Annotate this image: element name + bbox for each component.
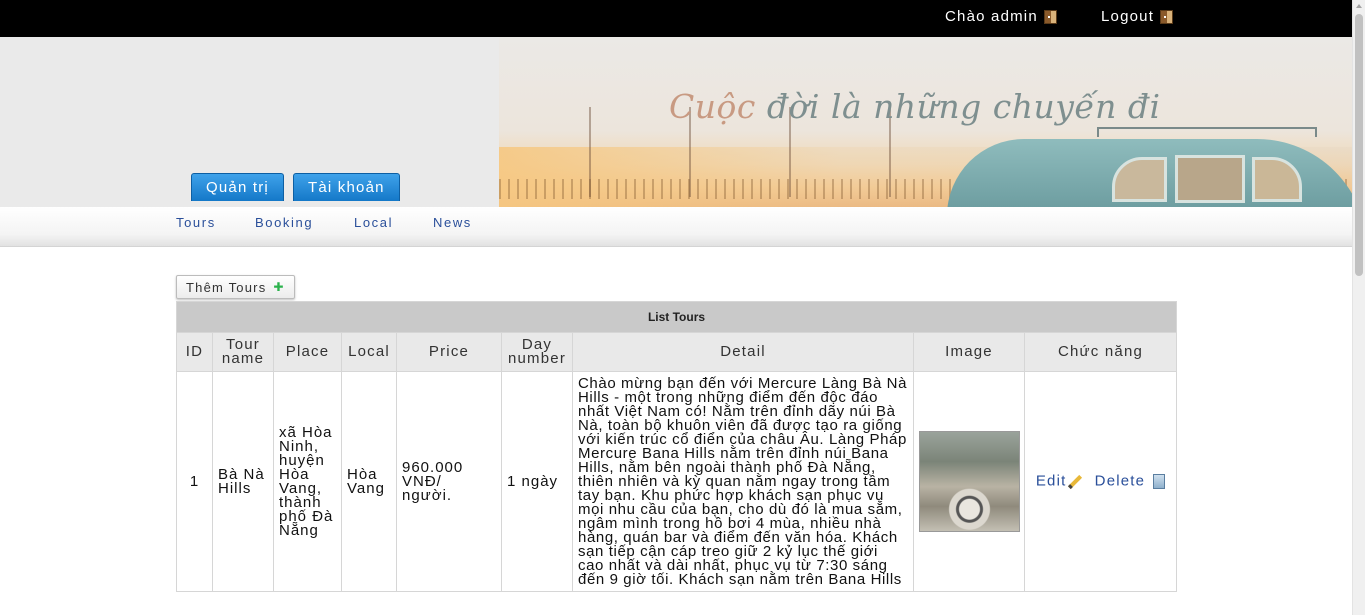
col-header-price: Price [396, 332, 502, 372]
trash-icon[interactable] [1153, 474, 1166, 489]
col-header-detail: Detail [572, 332, 914, 372]
edit-link[interactable]: Edit [1036, 472, 1067, 489]
logout-link[interactable]: Logout [1101, 8, 1174, 25]
greeting-text: Chào admin [945, 8, 1038, 25]
logout-door-icon [1160, 9, 1174, 24]
cell-place: xã Hòa Ninh, huyện Hòa Vang, thành phố Đ… [273, 371, 342, 592]
vertical-scrollbar[interactable] [1352, 0, 1365, 615]
cell-id: 1 [176, 371, 213, 592]
add-tour-button[interactable]: Thêm Tours ✚ [176, 275, 295, 299]
main-nav: Tours Booking Local News [0, 207, 1352, 247]
cell-price: 960.000 VNĐ/ người. [396, 371, 502, 592]
cell-local: Hòa Vang [341, 371, 397, 592]
top-bar: Chào admin Logout [0, 0, 1352, 37]
scrollbar-thumb[interactable] [1355, 14, 1363, 276]
table-row: 1 Bà Nà Hills xã Hòa Ninh, huyện Hòa Van… [176, 371, 1178, 592]
logout-text: Logout [1101, 8, 1155, 25]
col-header-local: Local [341, 332, 397, 372]
nav-news[interactable]: News [433, 215, 472, 230]
col-header-day-number: Day number [501, 332, 573, 372]
banner-image: Cuộc đời là những chuyến đi [499, 37, 1352, 207]
cell-image [913, 371, 1025, 592]
nav-tours[interactable]: Tours [176, 215, 216, 230]
greeting-link[interactable]: Chào admin [945, 8, 1057, 25]
door-icon [1043, 9, 1057, 24]
vintage-car-illustration [947, 117, 1352, 207]
tab-quan-tri[interactable]: Quản trị [191, 173, 284, 201]
tours-table: List Tours ID Tour name Place Local Pric… [175, 301, 1178, 592]
col-header-tour-name: Tour name [212, 332, 274, 372]
col-header-image: Image [913, 332, 1025, 372]
nav-booking[interactable]: Booking [255, 215, 313, 230]
table-caption: List Tours [175, 301, 1178, 333]
header-banner: Cuộc đời là những chuyến đi Quản trị Tài… [0, 37, 1352, 207]
col-header-place: Place [273, 332, 342, 372]
cell-days: 1 ngày [501, 371, 573, 592]
car-window [1175, 155, 1245, 203]
col-header-functions: Chức năng [1023, 332, 1178, 372]
cell-tour-name: Bà Nà Hills [212, 371, 274, 592]
table-header-row: ID Tour name Place Local Price Day numbe… [176, 332, 1178, 372]
plus-icon: ✚ [273, 280, 285, 294]
scroll-up-arrow-icon[interactable] [1356, 4, 1362, 8]
tab-tai-khoan[interactable]: Tài khoản [293, 173, 400, 201]
add-tour-label: Thêm Tours [186, 279, 267, 295]
cell-functions: Edit Delete [1023, 371, 1178, 592]
table-caption-row: List Tours [175, 301, 1178, 333]
cell-detail: Chào mừng bạn đến với Mercure Làng Bà Nà… [572, 371, 914, 592]
page: Chào admin Logout Cuộc đời là những chuy… [0, 0, 1365, 615]
roof-rack [1097, 127, 1317, 137]
nav-local[interactable]: Local [354, 215, 393, 230]
pencil-icon[interactable] [1068, 474, 1083, 489]
delete-link[interactable]: Delete [1095, 472, 1146, 489]
slogan-first-word: Cuộc [669, 87, 756, 126]
col-header-id: ID [176, 332, 213, 372]
tour-thumbnail-image[interactable] [919, 431, 1020, 532]
